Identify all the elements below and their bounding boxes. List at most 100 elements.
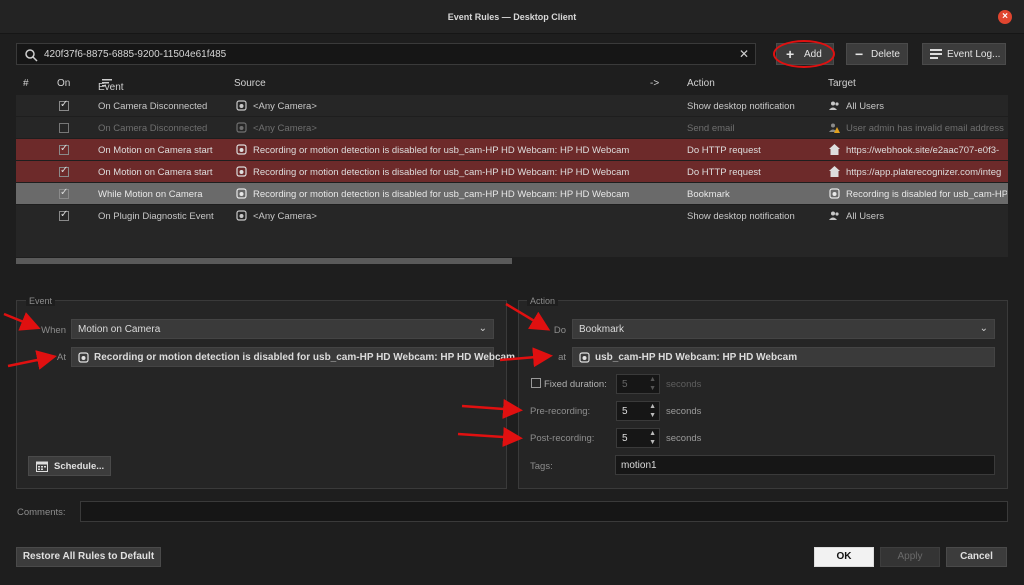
row-action: Show desktop notification: [687, 211, 795, 222]
chevron-down-icon: ⌄: [478, 323, 487, 334]
delete-button[interactable]: − Delete: [846, 43, 908, 65]
col-action[interactable]: Action: [687, 78, 715, 89]
table-row[interactable]: On Camera Disconnected <Any Camera> Show…: [16, 95, 1008, 117]
server-icon: [829, 144, 840, 155]
event-at-label: At: [57, 352, 66, 363]
event-log-button[interactable]: Event Log...: [922, 43, 1006, 65]
scrollbar-thumb[interactable]: [16, 258, 512, 264]
rule-enabled-checkbox[interactable]: [59, 209, 69, 221]
row-event: On Motion on Camera start: [98, 145, 213, 156]
spin-down-icon[interactable]: ▼: [649, 439, 656, 446]
delete-button-label: Delete: [871, 49, 900, 60]
comments-input[interactable]: [80, 501, 1008, 522]
restore-defaults-button[interactable]: Restore All Rules to Default: [16, 547, 161, 567]
camera-icon: [579, 352, 590, 363]
spin-up-icon[interactable]: ▲: [649, 430, 656, 437]
comments-label: Comments:: [17, 507, 66, 518]
event-panel-legend: Event: [26, 296, 56, 306]
rule-enabled-checkbox[interactable]: [59, 123, 69, 133]
spin-down-icon: ▼: [649, 385, 656, 392]
user-warning-icon: [829, 123, 840, 133]
close-icon[interactable]: ×: [998, 10, 1012, 24]
do-label: Do: [553, 325, 566, 336]
row-action: Do HTTP request: [687, 167, 761, 178]
action-panel-legend: Action: [527, 296, 559, 306]
post-recording-unit: seconds: [666, 433, 702, 444]
users-icon: [829, 211, 839, 220]
annotation-ellipse: [773, 40, 835, 68]
tags-input[interactable]: motion1: [615, 455, 995, 475]
search-input[interactable]: 420f37f6-8875-6885-9200-11504e61f485 ✕: [16, 43, 756, 65]
search-value: 420f37f6-8875-6885-9200-11504e61f485: [44, 49, 227, 60]
table-row[interactable]: On Camera Disconnected <Any Camera> Send…: [16, 117, 1008, 139]
title-bar: Event Rules — Desktop Client ×: [0, 0, 1024, 34]
spin-up-icon[interactable]: ▲: [649, 403, 656, 410]
rule-enabled-checkbox[interactable]: [59, 99, 69, 111]
pre-recording-spinner[interactable]: 5 ▲ ▼: [616, 401, 660, 421]
camera-icon: [236, 100, 247, 111]
camera-icon: [829, 188, 840, 199]
col-arrow: ->: [650, 78, 660, 89]
table-row[interactable]: On Motion on Camera start Recording or m…: [16, 139, 1008, 161]
camera-icon: [236, 188, 247, 199]
row-source: Recording or motion detection is disable…: [253, 189, 630, 200]
rule-enabled-checkbox[interactable]: [59, 165, 69, 177]
horizontal-scrollbar[interactable]: [16, 257, 1008, 265]
cancel-button[interactable]: Cancel: [946, 547, 1007, 567]
when-label: When: [41, 325, 66, 336]
event-source-select[interactable]: Recording or motion detection is disable…: [71, 347, 515, 367]
camera-icon: [236, 144, 247, 155]
fixed-duration-spinner: 5 ▲ ▼: [616, 374, 660, 394]
table-row[interactable]: While Motion on Camera Recording or moti…: [16, 183, 1008, 205]
fixed-duration-unit: seconds: [666, 379, 702, 390]
col-event[interactable]: Event: [98, 78, 124, 93]
col-target[interactable]: Target: [828, 78, 856, 89]
camera-icon: [236, 166, 247, 177]
event-source-value: Recording or motion detection is disable…: [94, 352, 516, 363]
camera-icon: [78, 352, 89, 363]
row-source: <Any Camera>: [253, 211, 317, 222]
chevron-down-icon: ⌄: [979, 323, 988, 334]
col-on[interactable]: On: [57, 78, 70, 89]
users-icon: [829, 101, 839, 110]
apply-button: Apply: [880, 547, 940, 567]
log-icon: [930, 49, 942, 59]
row-event: On Motion on Camera start: [98, 167, 213, 178]
post-recording-spinner[interactable]: 5 ▲ ▼: [616, 428, 660, 448]
row-event: On Camera Disconnected: [98, 101, 208, 112]
search-icon: [25, 49, 38, 62]
col-event-label: Event: [98, 82, 124, 93]
row-action: Do HTTP request: [687, 145, 761, 156]
pre-recording-value: 5: [622, 406, 628, 417]
row-source: <Any Camera>: [253, 123, 317, 134]
row-event: On Plugin Diagnostic Event: [98, 211, 214, 222]
calendar-icon: [36, 461, 48, 472]
fixed-duration-checkbox[interactable]: [531, 378, 541, 388]
row-source: Recording or motion detection is disable…: [253, 167, 630, 178]
fixed-duration-value: 5: [622, 379, 628, 390]
server-icon: [829, 166, 840, 177]
fixed-duration-label: Fixed duration:: [544, 379, 607, 390]
col-source[interactable]: Source: [234, 78, 266, 89]
row-target: User admin has invalid email address: [846, 123, 1004, 134]
action-target-value: usb_cam-HP HD Webcam: HP HD Webcam: [595, 352, 798, 363]
clear-search-icon[interactable]: ✕: [739, 47, 749, 61]
table-row[interactable]: On Motion on Camera start Recording or m…: [16, 161, 1008, 183]
camera-icon: [236, 122, 247, 133]
rules-table: On Camera Disconnected <Any Camera> Show…: [16, 95, 1008, 257]
action-type-select[interactable]: Bookmark ⌄: [572, 319, 995, 339]
action-type-value: Bookmark: [579, 324, 625, 335]
rule-enabled-checkbox[interactable]: [59, 187, 69, 199]
col-num[interactable]: #: [23, 78, 29, 89]
row-action: Show desktop notification: [687, 101, 795, 112]
spin-up-icon: ▲: [649, 376, 656, 383]
event-type-select[interactable]: Motion on Camera ⌄: [71, 319, 494, 339]
spin-down-icon[interactable]: ▼: [649, 412, 656, 419]
rule-enabled-checkbox[interactable]: [59, 143, 69, 155]
table-row[interactable]: On Plugin Diagnostic Event <Any Camera> …: [16, 205, 1008, 227]
row-source: <Any Camera>: [253, 101, 317, 112]
table-header: # On Event Source -> Action Target: [16, 74, 1008, 94]
schedule-button[interactable]: Schedule...: [28, 456, 111, 476]
action-target-select[interactable]: usb_cam-HP HD Webcam: HP HD Webcam: [572, 347, 995, 367]
ok-button[interactable]: OK: [814, 547, 874, 567]
